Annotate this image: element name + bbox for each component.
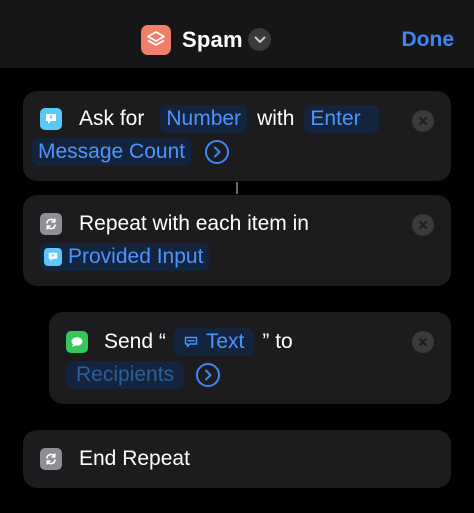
shortcut-editor: Spam Done Ask for Number with Enter Mess… — [0, 0, 474, 513]
repeat-icon — [40, 213, 62, 235]
send-message-action[interactable]: Send “ Text ” to Recipients — [49, 312, 451, 404]
ask-for-label: Ask for — [79, 107, 145, 130]
text-token[interactable]: Text — [173, 328, 255, 356]
speech-bubble-icon — [44, 248, 62, 266]
provided-input-label: Provided Input — [68, 245, 204, 268]
prompt-token[interactable]: Enter — [304, 105, 379, 133]
repeat-with-each-action[interactable]: Repeat with each item in Provided Input — [23, 195, 451, 286]
show-more-icon[interactable] — [196, 363, 221, 387]
show-more-icon[interactable] — [205, 140, 230, 164]
to-label: ” to — [262, 330, 293, 353]
shortcut-title[interactable]: Spam — [182, 26, 243, 54]
layers-icon[interactable] — [141, 25, 171, 55]
close-icon[interactable] — [412, 214, 434, 236]
chevron-down-icon[interactable] — [248, 28, 271, 51]
repeat-with-each-label: Repeat with each item in — [79, 212, 309, 235]
send-label: Send “ — [104, 330, 166, 353]
nav-bar: Spam Done — [0, 0, 474, 68]
repeat-icon — [40, 448, 62, 470]
prompt-token-continued[interactable]: Message Count — [32, 138, 192, 166]
with-label: with — [257, 107, 295, 130]
close-icon[interactable] — [412, 110, 434, 132]
message-icon — [66, 331, 88, 353]
speech-bubble-icon — [40, 108, 62, 130]
close-icon[interactable] — [412, 331, 434, 353]
ask-for-input-action[interactable]: Ask for Number with Enter Message Count — [23, 91, 451, 181]
end-repeat-action[interactable]: End Repeat — [23, 430, 451, 488]
flow-connector — [236, 182, 238, 194]
provided-input-token[interactable]: Provided Input — [40, 243, 210, 271]
recipients-token[interactable]: Recipients — [66, 361, 185, 389]
done-button[interactable]: Done — [402, 26, 455, 54]
end-repeat-label: End Repeat — [79, 447, 190, 470]
text-bubble-icon — [184, 336, 198, 348]
input-type-token[interactable]: Number — [160, 105, 248, 133]
text-token-label: Text — [205, 330, 245, 353]
